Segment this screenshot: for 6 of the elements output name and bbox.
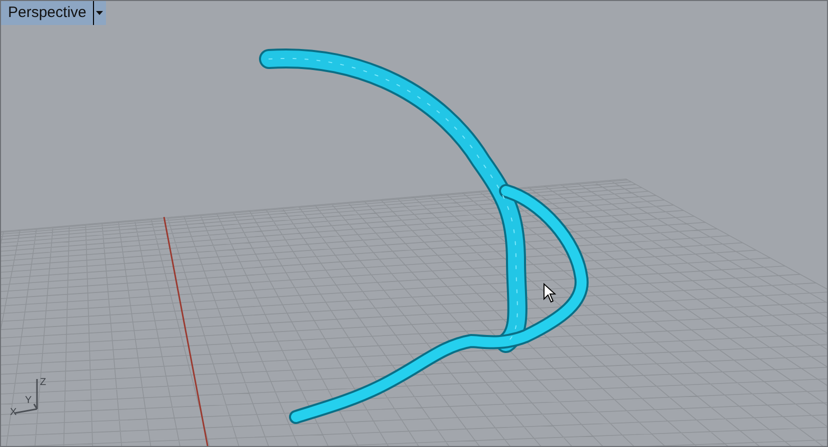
axis-label: Y	[25, 395, 32, 406]
caret-icon	[96, 11, 104, 15]
axis-triad-icon	[14, 379, 38, 414]
cursor-arrow-icon	[544, 282, 556, 303]
axis-label: X	[10, 407, 17, 418]
axis-label: Z	[40, 377, 46, 388]
